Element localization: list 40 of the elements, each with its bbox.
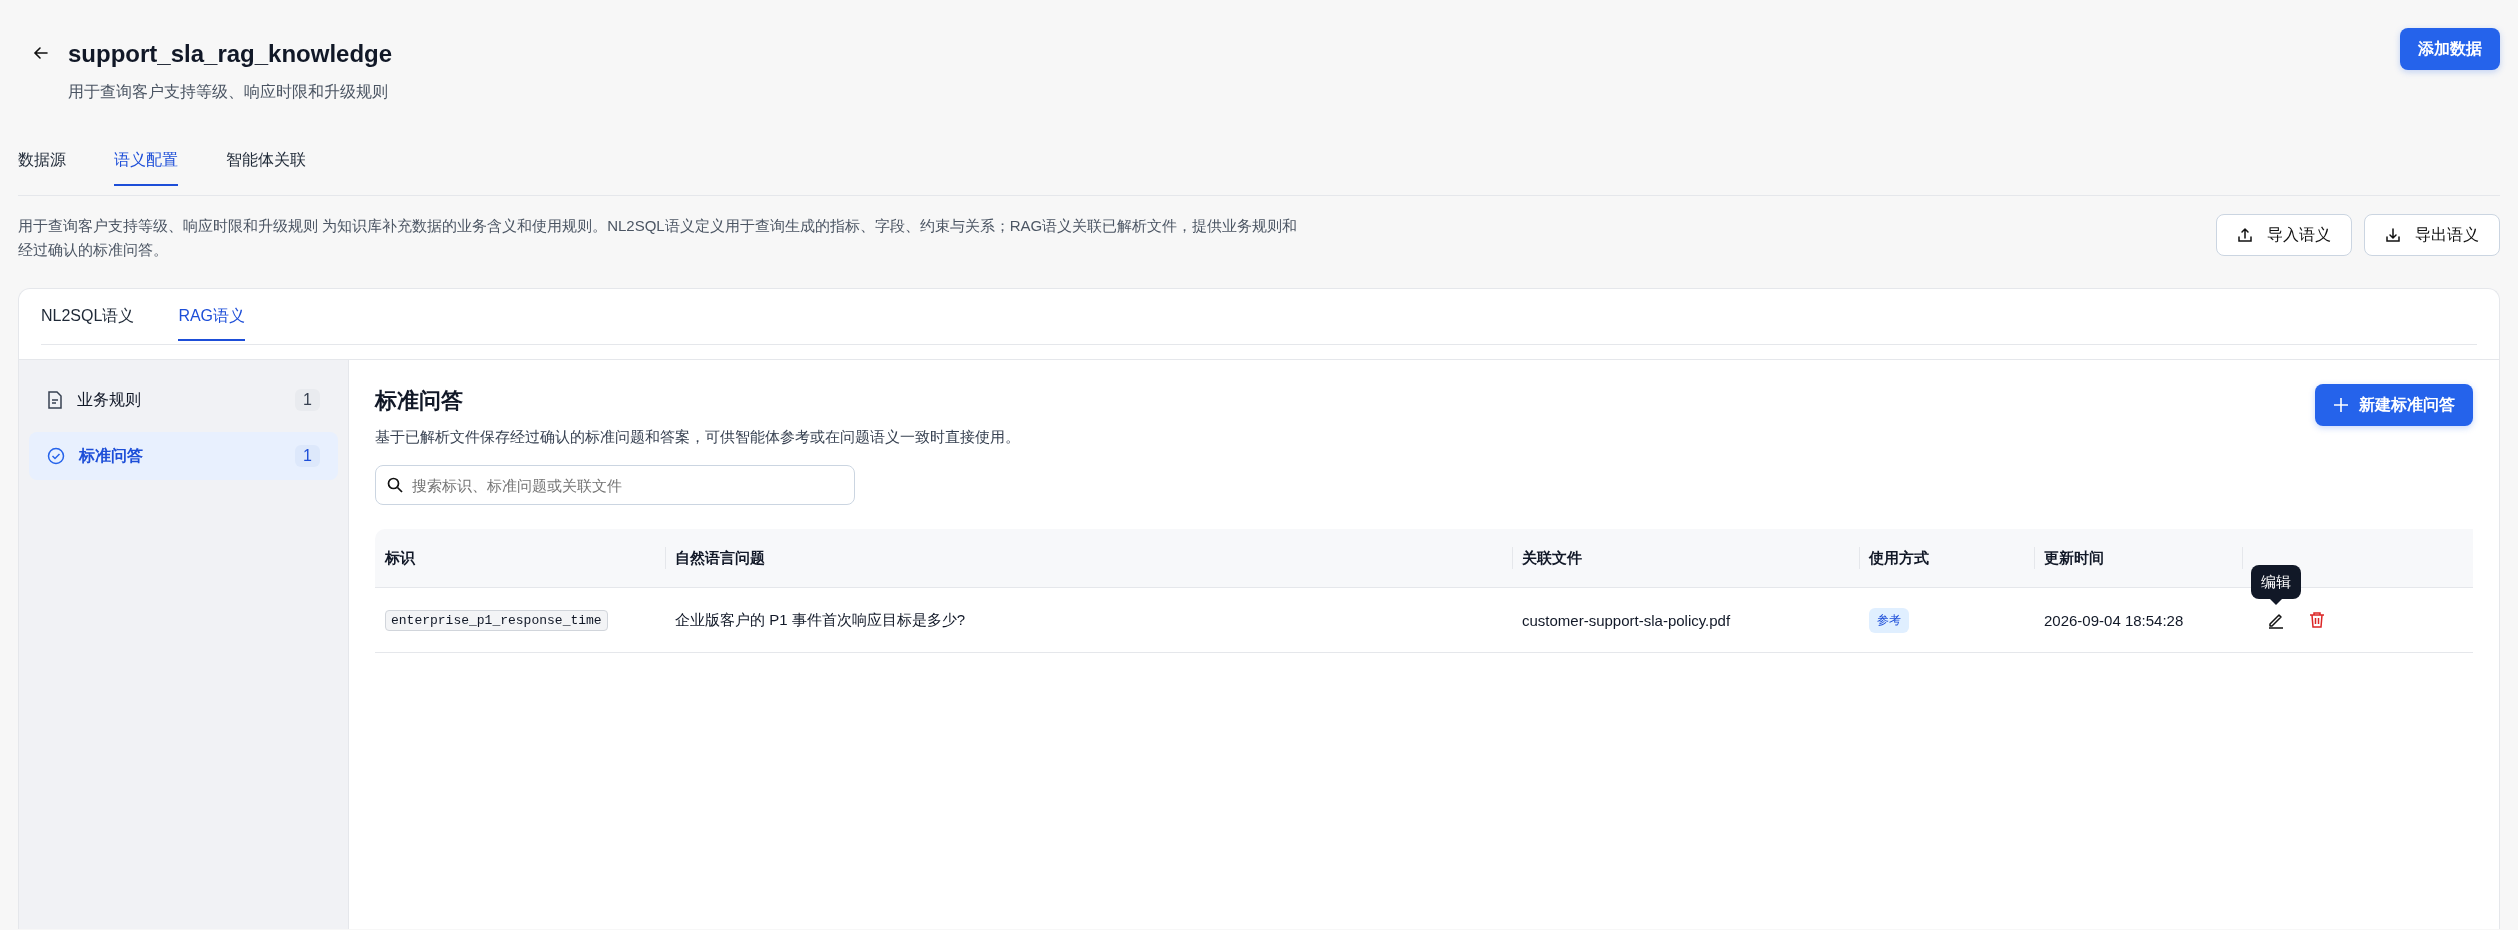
sidebar-label: 业务规则 [77,389,142,410]
page-title: support_sla_rag_knowledge [68,40,393,68]
page-subtitle: 用于查询客户支持等级、响应时限和升级规则 [68,82,389,102]
section-description: 基于已解析文件保存经过确认的标准问题和答案，可供智能体参考或在问题语义一致时直接使用。 [375,428,1020,447]
description-text: 用于查询客户支持等级、响应时限和升级规则 为知识库补充数据的业务含义和使用规则。NL2SQL语义定义用于查询生成的指标、字段、约束与关系；RAG语义关联已解析文件，提供业务规则和经过确认的标准问答。 [18,216,1299,260]
edit-icon[interactable] [2267,611,2285,629]
tab[interactable]: 语义配置 [114,150,178,186]
search-field[interactable]: 搜索标识、标准问题或关联文件 [375,465,855,505]
upload-icon [2237,227,2253,243]
column-header: 标识 [385,548,415,568]
sidebar-item[interactable]: 标准问答 1 [29,432,338,480]
column-header: 关联文件 [1522,548,1582,568]
add-data-button[interactable]: 添加数据 [2400,28,2500,70]
back-arrow-icon[interactable] [32,44,50,62]
table-cell: customer-support-sla-policy.pdf [1522,611,1731,629]
import-button[interactable]: 导入语义 [2216,214,2352,256]
table-cell: 2026-09-04 18:54:28 [2044,611,2184,629]
section-title: 标准问答 [375,387,464,415]
table-cell: 企业版客户的 P1 事件首次响应目标是多少? [675,610,966,630]
count-badge: 1 [295,445,320,467]
usage-tag: 参考 [1869,607,1909,633]
check-circle-icon [47,447,65,465]
download-icon [2385,227,2401,243]
column-header: 自然语言问题 [675,548,765,568]
document-icon [47,391,63,409]
sidebar-item[interactable]: 业务规则 1 [29,376,338,424]
column-header: 更新时间 [2044,548,2104,568]
tab[interactable]: RAG语义 [178,305,246,341]
delete-icon[interactable] [2309,611,2325,629]
plus-icon [2333,397,2349,413]
column-header: 使用方式 [1869,548,1929,568]
sidebar-label: 标准问答 [79,445,144,466]
new-qa-button[interactable]: 新建标准问答 [2315,384,2473,426]
count-badge: 1 [295,389,320,411]
tab[interactable]: NL2SQL语义 [41,305,135,339]
tab[interactable]: 数据源 [18,150,66,184]
tab[interactable]: 智能体关联 [226,150,306,184]
tooltip: 编辑 [2251,565,2301,605]
identifier-tag: enterprise_p1_response_time [385,609,608,631]
export-button[interactable]: 导出语义 [2364,214,2500,256]
